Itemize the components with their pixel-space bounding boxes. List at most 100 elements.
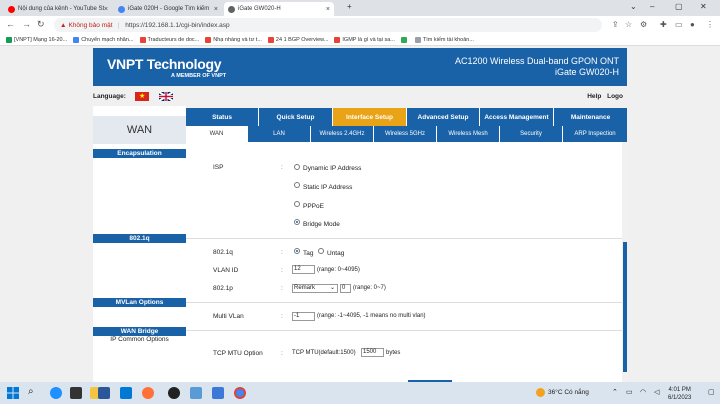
- address-bar[interactable]: ▲ Không bảo mật | https://192.168.1.1/cg…: [54, 18, 602, 32]
- close-icon[interactable]: ×: [326, 6, 330, 13]
- close-icon[interactable]: ×: [104, 6, 108, 13]
- app-icon[interactable]: [190, 387, 202, 399]
- network-icon[interactable]: ▭: [626, 388, 633, 396]
- sub-tab-security[interactable]: Security: [500, 126, 563, 142]
- chevron-up-icon[interactable]: ⌃: [612, 388, 618, 396]
- radio-untag[interactable]: [318, 248, 324, 254]
- browser-tab-google[interactable]: iGate 020H - Google Tìm kiếm ×: [114, 2, 222, 16]
- radio-dynamic-ip[interactable]: [294, 164, 300, 170]
- sub-tab-wireless-mesh[interactable]: Wireless Mesh: [437, 126, 500, 142]
- menu-icon[interactable]: ⋮: [706, 20, 714, 29]
- main-tab-maintenance[interactable]: Maintenance: [554, 108, 627, 126]
- radio-tag[interactable]: [294, 248, 300, 254]
- back-icon[interactable]: ←: [6, 19, 15, 29]
- weather-text[interactable]: 36°C Có nắng: [548, 389, 589, 396]
- close-icon[interactable]: ×: [214, 6, 218, 13]
- dot1p-input[interactable]: 0: [340, 284, 351, 293]
- share-icon[interactable]: ⇪: [612, 20, 619, 29]
- not-secure-label[interactable]: Không bảo mật: [68, 22, 112, 29]
- warning-icon[interactable]: ▲: [60, 22, 66, 29]
- main-tab-status[interactable]: Status: [186, 108, 259, 126]
- multi-vlan-input[interactable]: -1: [292, 312, 315, 321]
- content-scrollbar[interactable]: [622, 142, 628, 382]
- browser-tab-youtube[interactable]: Nội dung của kênh - YouTube St ×: [4, 2, 112, 16]
- sidepanel-icon[interactable]: ▭: [675, 20, 683, 29]
- scrollbar-thumb[interactable]: [623, 242, 627, 372]
- bookmark-item[interactable]: 24 1 BGP Overview...: [267, 36, 328, 43]
- sidebar-section-8021q: 802.1q: [93, 234, 186, 243]
- chrome-icon[interactable]: [234, 387, 246, 399]
- volume-icon[interactable]: ◁: [654, 388, 659, 396]
- browser-tab-igate[interactable]: iGate GW020-H ×: [224, 2, 334, 16]
- extension-icon[interactable]: ⚙: [640, 20, 647, 29]
- main-tab-quick-setup[interactable]: Quick Setup: [259, 108, 333, 126]
- main-tab-advanced-setup[interactable]: Advanced Setup: [407, 108, 480, 126]
- dot1q-label: 802.1q: [213, 249, 233, 256]
- radio-label-dynamic-ip: Dynamic IP Address: [303, 165, 362, 172]
- minimize-icon[interactable]: –: [650, 2, 654, 11]
- search-icon[interactable]: ⌕: [28, 386, 40, 398]
- multi-vlan-hint: (range: -1~4095, -1 means no multi vlan): [317, 313, 426, 319]
- tcp-mtu-input[interactable]: 1500: [361, 348, 384, 357]
- bookmark-label: IGMP là gì và tại sa...: [342, 36, 395, 43]
- product-line1: AC1200 Wireless Dual-band GPON ONT: [454, 56, 619, 66]
- google-icon: [118, 5, 125, 13]
- app-icon[interactable]: [212, 387, 224, 399]
- clock[interactable]: 4:01 PM 6/1/2023: [668, 386, 691, 402]
- bookmark-item[interactable]: Tìm kiếm tài khoản...: [414, 36, 474, 43]
- help-link[interactable]: Help: [587, 93, 601, 100]
- url-text[interactable]: https://192.168.1.1/cgi-bin/index.asp: [125, 22, 229, 29]
- maximize-icon[interactable]: ▢: [675, 2, 683, 11]
- vlan-id-input[interactable]: 12: [292, 265, 315, 274]
- colon: :: [281, 164, 283, 171]
- firefox-icon[interactable]: [142, 387, 154, 399]
- puzzle-icon[interactable]: ✚: [660, 20, 667, 29]
- profile-icon[interactable]: ●: [690, 20, 695, 29]
- sub-tab-wan[interactable]: WAN: [186, 126, 248, 142]
- help-logout-links: Help Logo: [587, 93, 623, 100]
- radio-bridge-mode[interactable]: [294, 219, 300, 225]
- vietnam-flag-icon[interactable]: ★: [135, 92, 149, 101]
- new-tab-icon[interactable]: +: [347, 2, 352, 11]
- router-header: VNPT Technology A MEMBER OF VNPT AC1200 …: [93, 48, 627, 86]
- bookmark-label: Chuyển mạch nhân...: [81, 36, 134, 43]
- bookmark-label: Tìm kiếm tài khoản...: [422, 36, 474, 43]
- logout-link[interactable]: Logo: [607, 93, 623, 100]
- reload-icon[interactable]: ↻: [37, 19, 45, 30]
- sidebar-section-wan-bridge: WAN Bridge: [93, 327, 186, 336]
- vlan-id-label: VLAN ID: [213, 267, 239, 274]
- main-tab-interface-setup[interactable]: Interface Setup: [333, 108, 407, 126]
- bookmark-item[interactable]: Chuyển mạch nhân...: [73, 36, 134, 43]
- bookmark-item[interactable]: [VNPT] Mạng 16-20...: [6, 36, 67, 43]
- bookmark-star-icon[interactable]: ☆: [625, 20, 632, 29]
- colon: :: [281, 285, 283, 292]
- sub-tab-wireless-5[interactable]: Wireless 5GHz: [374, 126, 437, 142]
- camera-app-icon[interactable]: [168, 387, 180, 399]
- uk-flag-icon[interactable]: [159, 92, 173, 101]
- main-tab-access-management[interactable]: Access Management: [480, 108, 554, 126]
- radio-pppoe[interactable]: [294, 201, 300, 207]
- sub-tab-wireless-24[interactable]: Wireless 2.4GHz: [311, 126, 374, 142]
- notifications-icon[interactable]: ▢: [708, 388, 715, 396]
- sub-tab-arp-inspection[interactable]: ARP Inspection: [563, 126, 627, 142]
- windows-start-icon[interactable]: [7, 387, 19, 399]
- bookmark-item[interactable]: [400, 36, 409, 43]
- task-view-icon[interactable]: [70, 387, 82, 399]
- divider: [186, 330, 622, 331]
- sun-icon: [536, 388, 545, 397]
- dot1p-select[interactable]: Remark ⌄: [292, 284, 338, 293]
- sub-tab-lan[interactable]: LAN: [248, 126, 311, 142]
- radio-static-ip[interactable]: [294, 182, 300, 188]
- wifi-icon[interactable]: ◠: [640, 388, 646, 396]
- clock-date: 6/1/2023: [668, 395, 692, 401]
- bookmark-item[interactable]: IGMP là gì và tại sa...: [334, 36, 395, 43]
- bookmark-item[interactable]: Traducteurs de doc...: [139, 36, 199, 43]
- edge-icon[interactable]: [50, 387, 62, 399]
- mail-icon[interactable]: [120, 387, 132, 399]
- window-close-icon[interactable]: ✕: [700, 2, 707, 11]
- word-icon[interactable]: [98, 387, 110, 399]
- tab-search-icon[interactable]: ⌄: [630, 2, 637, 11]
- sidebar-ip-common-options: IP Common Options: [110, 336, 169, 343]
- bookmark-item[interactable]: Nhạ nhàng và tư t...: [205, 36, 262, 43]
- forward-icon[interactable]: →: [22, 19, 31, 29]
